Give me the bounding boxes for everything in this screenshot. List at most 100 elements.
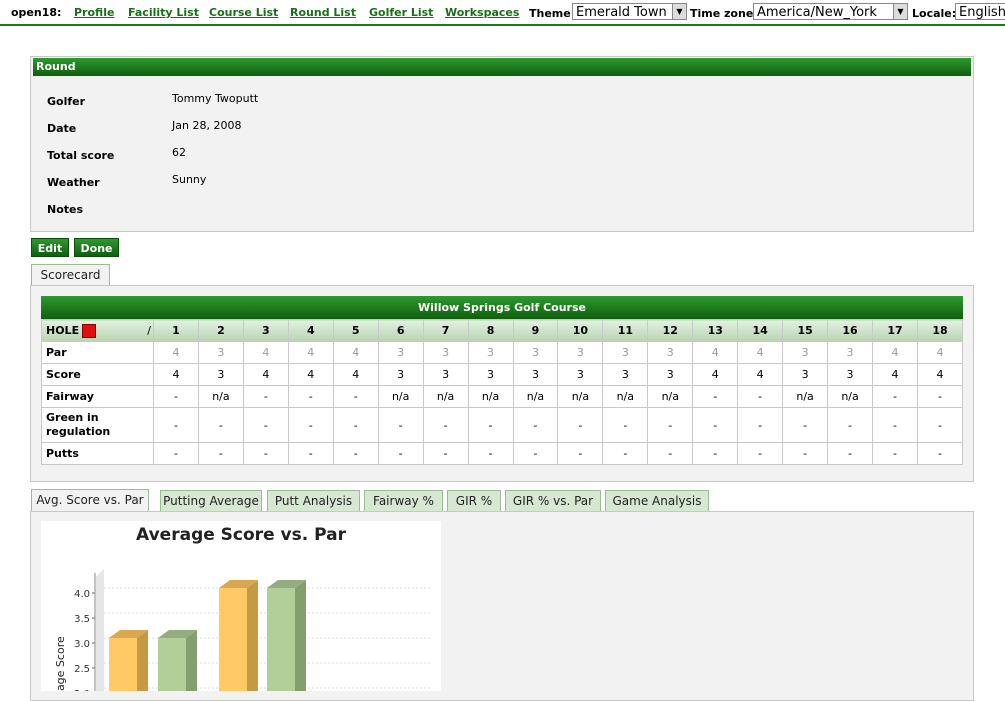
bar [219, 588, 247, 701]
tab-putting-average[interactable]: Putting Average [160, 490, 262, 512]
hole-number: 10 [557, 319, 604, 342]
tab-game-analysis[interactable]: Game Analysis [605, 490, 709, 512]
score-cell: 4 [153, 341, 199, 364]
score-cell: - [197, 442, 244, 465]
timezone-select[interactable]: America/New_York ▼ [753, 3, 908, 20]
y-tick-label: 2.5 [74, 664, 90, 675]
y-tick-label: 3.5 [74, 614, 90, 625]
app-brand: open18: [11, 6, 62, 19]
score-cell: - [287, 407, 334, 443]
score-cell: - [692, 442, 739, 465]
score-cell: n/a [377, 385, 424, 408]
hole-number: 7 [422, 319, 469, 342]
score-cell: - [153, 385, 199, 408]
score-cell: 4 [332, 341, 379, 364]
score-cell: - [512, 407, 559, 443]
row-label: Green in regulation [41, 407, 154, 443]
score-cell: - [916, 385, 964, 408]
score-cell: 3 [827, 363, 873, 386]
score-cell: 3 [647, 363, 694, 386]
score-cell: - [647, 407, 694, 443]
putts-row: Putts - - - - - - - - - - - - - - - - - - [41, 442, 964, 465]
tab-scorecard[interactable]: Scorecard [31, 264, 110, 287]
done-button[interactable]: Done [74, 238, 119, 257]
score-cell: - [557, 407, 604, 443]
par-row: Par 4 3 4 4 4 3 3 3 3 3 3 3 4 4 3 3 4 4 [41, 341, 964, 364]
score-cell: - [692, 385, 739, 408]
score-cell: 3 [512, 341, 559, 364]
score-cell: 4 [242, 341, 289, 364]
score-cell: - [647, 442, 694, 465]
locale-select[interactable]: English [955, 3, 1005, 20]
score-cell: 4 [287, 341, 334, 364]
score-cell: - [377, 407, 424, 443]
hole-number: 9 [512, 319, 559, 342]
score-cell: 4 [737, 341, 784, 364]
nav-link-workspaces[interactable]: Workspaces [445, 6, 519, 19]
hole-number: 2 [197, 319, 244, 342]
hole-header-cell: HOLE / [41, 319, 154, 342]
score-cell: 4 [332, 363, 379, 386]
bar-side [186, 630, 197, 701]
golfer-label: Golfer [47, 95, 86, 108]
hole-number: 13 [692, 319, 739, 342]
edit-button[interactable]: Edit [31, 238, 69, 257]
score-cell: n/a [602, 385, 649, 408]
tab-gir-percent[interactable]: GIR % [447, 490, 501, 512]
theme-select[interactable]: Emerald Town ▼ [572, 3, 687, 20]
score-cell: 3 [377, 341, 424, 364]
timezone-label: Time zone: [690, 7, 758, 20]
nav-link-golfer-list[interactable]: Golfer List [369, 6, 433, 19]
hole-number: 8 [467, 319, 514, 342]
row-label: Putts [41, 442, 154, 465]
round-panel-title: Round [33, 58, 971, 76]
score-cell: 3 [467, 341, 514, 364]
score-cell: - [782, 442, 829, 465]
score-cell: - [467, 442, 514, 465]
round-panel: Round Golfer Tommy Twoputt Date Jan 28, … [30, 56, 974, 232]
tab-putt-analysis[interactable]: Putt Analysis [267, 490, 360, 512]
hole-row: HOLE / 1 2 3 4 5 6 7 8 9 10 11 12 13 14 1… [41, 319, 964, 342]
row-label: Par [41, 341, 154, 364]
hole-number: 14 [737, 319, 784, 342]
score-cell: 3 [602, 341, 649, 364]
bar [109, 638, 137, 701]
score-cell: 4 [242, 363, 289, 386]
score-cell: - [197, 407, 244, 443]
row-label: Score [41, 363, 154, 386]
score-cell: 3 [422, 363, 469, 386]
tab-fairway-percent[interactable]: Fairway % [364, 490, 443, 512]
nav-link-course-list[interactable]: Course List [209, 6, 278, 19]
score-cell: n/a [512, 385, 559, 408]
hole-number: 4 [287, 319, 334, 342]
red-square-icon[interactable] [82, 323, 97, 338]
score-cell: - [287, 385, 334, 408]
y-tick-label: 4.0 [74, 589, 90, 600]
score-cell: - [692, 407, 739, 443]
score-cell: 4 [872, 363, 918, 386]
score-cell: - [153, 407, 199, 443]
score-cell: - [737, 407, 784, 443]
nav-link-round-list[interactable]: Round List [290, 6, 356, 19]
nav-link-profile[interactable]: Profile [74, 6, 114, 19]
total-score-label: Total score [47, 149, 115, 162]
course-name: Willow Springs Golf Course [41, 296, 963, 319]
score-cell: 3 [377, 363, 424, 386]
score-cell: 3 [557, 341, 604, 364]
score-cell: - [737, 385, 784, 408]
score-cell: 3 [197, 363, 244, 386]
locale-select-value: English [959, 5, 1005, 20]
tab-avg-score-vs-par[interactable]: Avg. Score vs. Par [31, 489, 149, 512]
nav-link-facility-list[interactable]: Facility List [128, 6, 199, 19]
score-cell: n/a [422, 385, 469, 408]
score-cell: - [916, 407, 964, 443]
score-cell: 3 [422, 341, 469, 364]
hole-number: 18 [916, 319, 964, 342]
score-cell: 4 [737, 363, 784, 386]
score-cell: 4 [692, 341, 739, 364]
score-cell: 4 [153, 363, 199, 386]
score-cell: - [242, 407, 289, 443]
score-cell: 3 [557, 363, 604, 386]
score-cell: 3 [512, 363, 559, 386]
tab-gir-percent-vs-par[interactable]: GIR % vs. Par [505, 490, 601, 512]
